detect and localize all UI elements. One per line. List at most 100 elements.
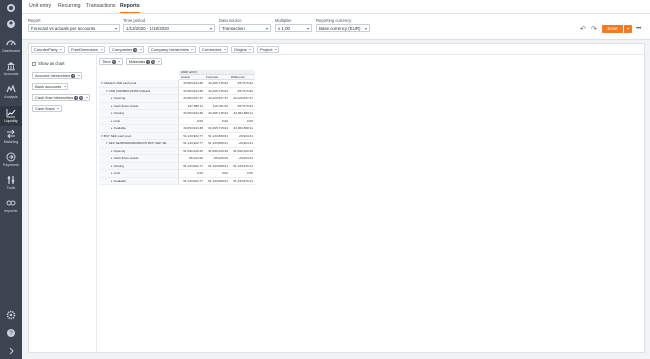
actual-cell[interactable]: 34,653,537.37 xyxy=(179,95,203,102)
table-row-label[interactable]: ▾BNY SEK cash pool xyxy=(99,133,178,140)
expand-caret-icon[interactable]: ▸ xyxy=(111,155,113,162)
difference-cell[interactable]: 457,570.94 xyxy=(229,80,253,87)
table-row-label[interactable]: ▸Limit xyxy=(99,118,178,125)
data-source-select[interactable]: Transaction xyxy=(219,24,271,32)
forecast-cell[interactable]: 51,133,808.61 xyxy=(204,140,228,147)
actual-cell[interactable]: 34,653,934.38 xyxy=(179,80,203,87)
difference-cell[interactable]: 34,964,808.11 xyxy=(229,110,253,117)
sidebar-item-importer[interactable]: Importer xyxy=(0,198,22,213)
expand-icon[interactable] xyxy=(0,346,22,356)
table-row-label[interactable]: ▸Opening xyxy=(99,148,178,155)
collapse-caret-icon[interactable]: ▾ xyxy=(106,88,108,95)
actual-cell[interactable]: 34,653,934.38 xyxy=(179,110,203,117)
difference-cell[interactable]: 34,226,537.37 xyxy=(229,95,253,102)
forecast-cell[interactable]: 51,133,808.61 xyxy=(204,133,228,140)
expand-caret-icon[interactable]: ▸ xyxy=(111,170,113,177)
actual-cell[interactable]: 0.00 xyxy=(179,118,203,125)
bank-accounts-select[interactable]: Bank accounts xyxy=(32,83,69,90)
actual-cell[interactable]: 51,133,902.77 xyxy=(179,133,203,140)
expand-caret-icon[interactable]: ▸ xyxy=(111,125,113,132)
expand-caret-icon[interactable]: ▸ xyxy=(111,103,113,110)
time-chip[interactable]: Time? xyxy=(99,58,123,65)
table-row-label[interactable]: ▸Limit xyxy=(99,170,178,178)
collapse-caret-icon[interactable]: ▾ xyxy=(106,140,108,147)
forecast-cell[interactable]: 34,295,715.64 xyxy=(204,88,228,95)
logo-icon[interactable] xyxy=(0,3,22,13)
forecast-cell[interactable]: 0.00 xyxy=(204,118,228,125)
table-row-label[interactable]: ▸Cash flows simple xyxy=(99,103,178,110)
sidebar-item-matching[interactable]: Matching xyxy=(0,129,22,144)
sidebar-item-accounts[interactable]: Accounts xyxy=(0,61,22,76)
save-dropdown-button[interactable] xyxy=(624,25,632,33)
table-row-label[interactable]: ▾USD 1000000123456 Citibank xyxy=(99,88,178,95)
actual-cell[interactable]: 51,133,902.77 xyxy=(179,140,203,147)
dimension-chip-counterparty[interactable]: CounterParty xyxy=(31,46,65,53)
forecast-cell[interactable]: -55,229.09 xyxy=(204,155,228,162)
difference-cell[interactable]: 51,090,229.36 xyxy=(229,148,253,155)
actual-cell[interactable]: 51,133,902.77 xyxy=(179,178,203,185)
sidebar-item-analysis[interactable]: Analysis xyxy=(0,84,22,99)
difference-cell[interactable]: -29,904.31 xyxy=(229,140,253,147)
forecast-cell[interactable]: 34,295,715.64 xyxy=(204,110,228,117)
table-row-label[interactable]: ▸Opening xyxy=(99,95,178,103)
redo-icon[interactable]: ↷ xyxy=(591,25,597,33)
table-row-label[interactable]: ▸Available xyxy=(99,125,178,133)
account-hierarchies-select[interactable]: Account hierarchies? xyxy=(32,72,83,79)
difference-cell[interactable]: 0.00 xyxy=(229,118,253,125)
actual-cell[interactable]: 34,653,934.38 xyxy=(179,88,203,95)
actual-cell[interactable]: -95,223.96 xyxy=(179,155,203,162)
dimension-chip-companies[interactable]: Companies? xyxy=(109,46,145,53)
forecast-cell[interactable]: 51,133,808.61 xyxy=(204,178,228,185)
difference-cell[interactable]: 51,133,970.41 xyxy=(229,178,253,185)
forecast-cell[interactable]: 0.00 xyxy=(204,170,228,177)
sidebar-item-dashboard[interactable]: Dashboard xyxy=(0,38,22,53)
expand-caret-icon[interactable]: ▸ xyxy=(111,178,113,185)
table-row-label[interactable]: ▸Cash flows simple xyxy=(99,155,178,163)
user-icon[interactable] xyxy=(0,19,22,29)
table-row-label[interactable]: ▾SEK SE3650000000052070 BNY SEK SE xyxy=(99,140,178,148)
dimension-chip-freedimension[interactable]: FreeDimension xyxy=(68,46,106,53)
difference-cell[interactable]: 34,964,808.11 xyxy=(229,125,253,132)
tab-transactions[interactable]: Transactions xyxy=(86,3,116,9)
show-as-chart-checkbox[interactable]: Show as chart xyxy=(32,61,65,66)
reporting-currency-select[interactable]: Base currency (EUR) xyxy=(316,24,370,32)
expand-caret-icon[interactable]: ▸ xyxy=(111,118,113,125)
collapse-caret-icon[interactable]: ▾ xyxy=(101,80,103,87)
help-icon[interactable]: ? xyxy=(0,328,22,338)
report-select[interactable]: Forecast vs actuals per accounts xyxy=(28,24,120,32)
difference-cell[interactable]: -29,904.31 xyxy=(229,133,253,140)
tab-reports[interactable]: Reports xyxy=(120,3,140,13)
sidebar-item-tools[interactable]: Tools xyxy=(0,175,22,190)
dimension-chip-project[interactable]: Project xyxy=(257,46,280,53)
more-options-icon[interactable]: ••• xyxy=(636,26,641,32)
settings-icon[interactable] xyxy=(0,310,22,320)
sidebar-item-payments[interactable]: Payments xyxy=(0,152,22,167)
materials-chip[interactable]: Materials? ✎ xyxy=(126,58,163,65)
save-button[interactable]: Save xyxy=(602,25,623,33)
forecast-cell[interactable]: 116,781.82 xyxy=(204,103,228,110)
actual-cell[interactable]: 34,653,934.38 xyxy=(179,125,203,132)
difference-cell[interactable]: 457,570.94 xyxy=(229,103,253,110)
dimension-chip-company-hierarchies[interactable]: Company hierarchies xyxy=(148,46,196,53)
tab-recurring[interactable]: Recurring xyxy=(58,3,81,9)
table-row-label[interactable]: ▸Closing xyxy=(99,163,178,170)
actual-cell[interactable]: 51,133,902.77 xyxy=(179,163,203,170)
forecast-cell[interactable]: 34,295,715.64 xyxy=(204,80,228,87)
expand-caret-icon[interactable]: ▸ xyxy=(111,95,113,102)
sidebar-item-liquidity[interactable]: Liquidity xyxy=(0,106,22,126)
forecast-cell[interactable]: 34,295,715.64 xyxy=(204,125,228,132)
table-row-label[interactable]: ▸Closing xyxy=(99,110,178,118)
difference-cell[interactable]: -29,904.31 xyxy=(229,155,253,162)
time-period-select[interactable]: 1/13/2020 - 1/19/2020 xyxy=(123,24,215,32)
dimension-chip-currencies[interactable]: Currencies xyxy=(199,46,229,53)
forecast-cell[interactable]: 34,226,537.37 xyxy=(204,95,228,102)
actual-cell[interactable]: 157,888.11 xyxy=(179,103,203,110)
expand-caret-icon[interactable]: ▸ xyxy=(111,148,113,155)
tab-unit-entry[interactable]: Unit entry xyxy=(29,3,51,9)
difference-cell[interactable]: 0.00 xyxy=(229,170,253,177)
forecast-cell[interactable]: 51,133,808.61 xyxy=(204,163,228,170)
cash-flow-hierarchies-select[interactable]: Cash flow hierarchies? ✎ xyxy=(32,94,91,101)
expand-caret-icon[interactable]: ▸ xyxy=(111,163,113,170)
table-row-label[interactable]: ▾Citibank USD cash pool xyxy=(99,80,178,88)
difference-cell[interactable]: 51,133,970.41 xyxy=(229,163,253,170)
